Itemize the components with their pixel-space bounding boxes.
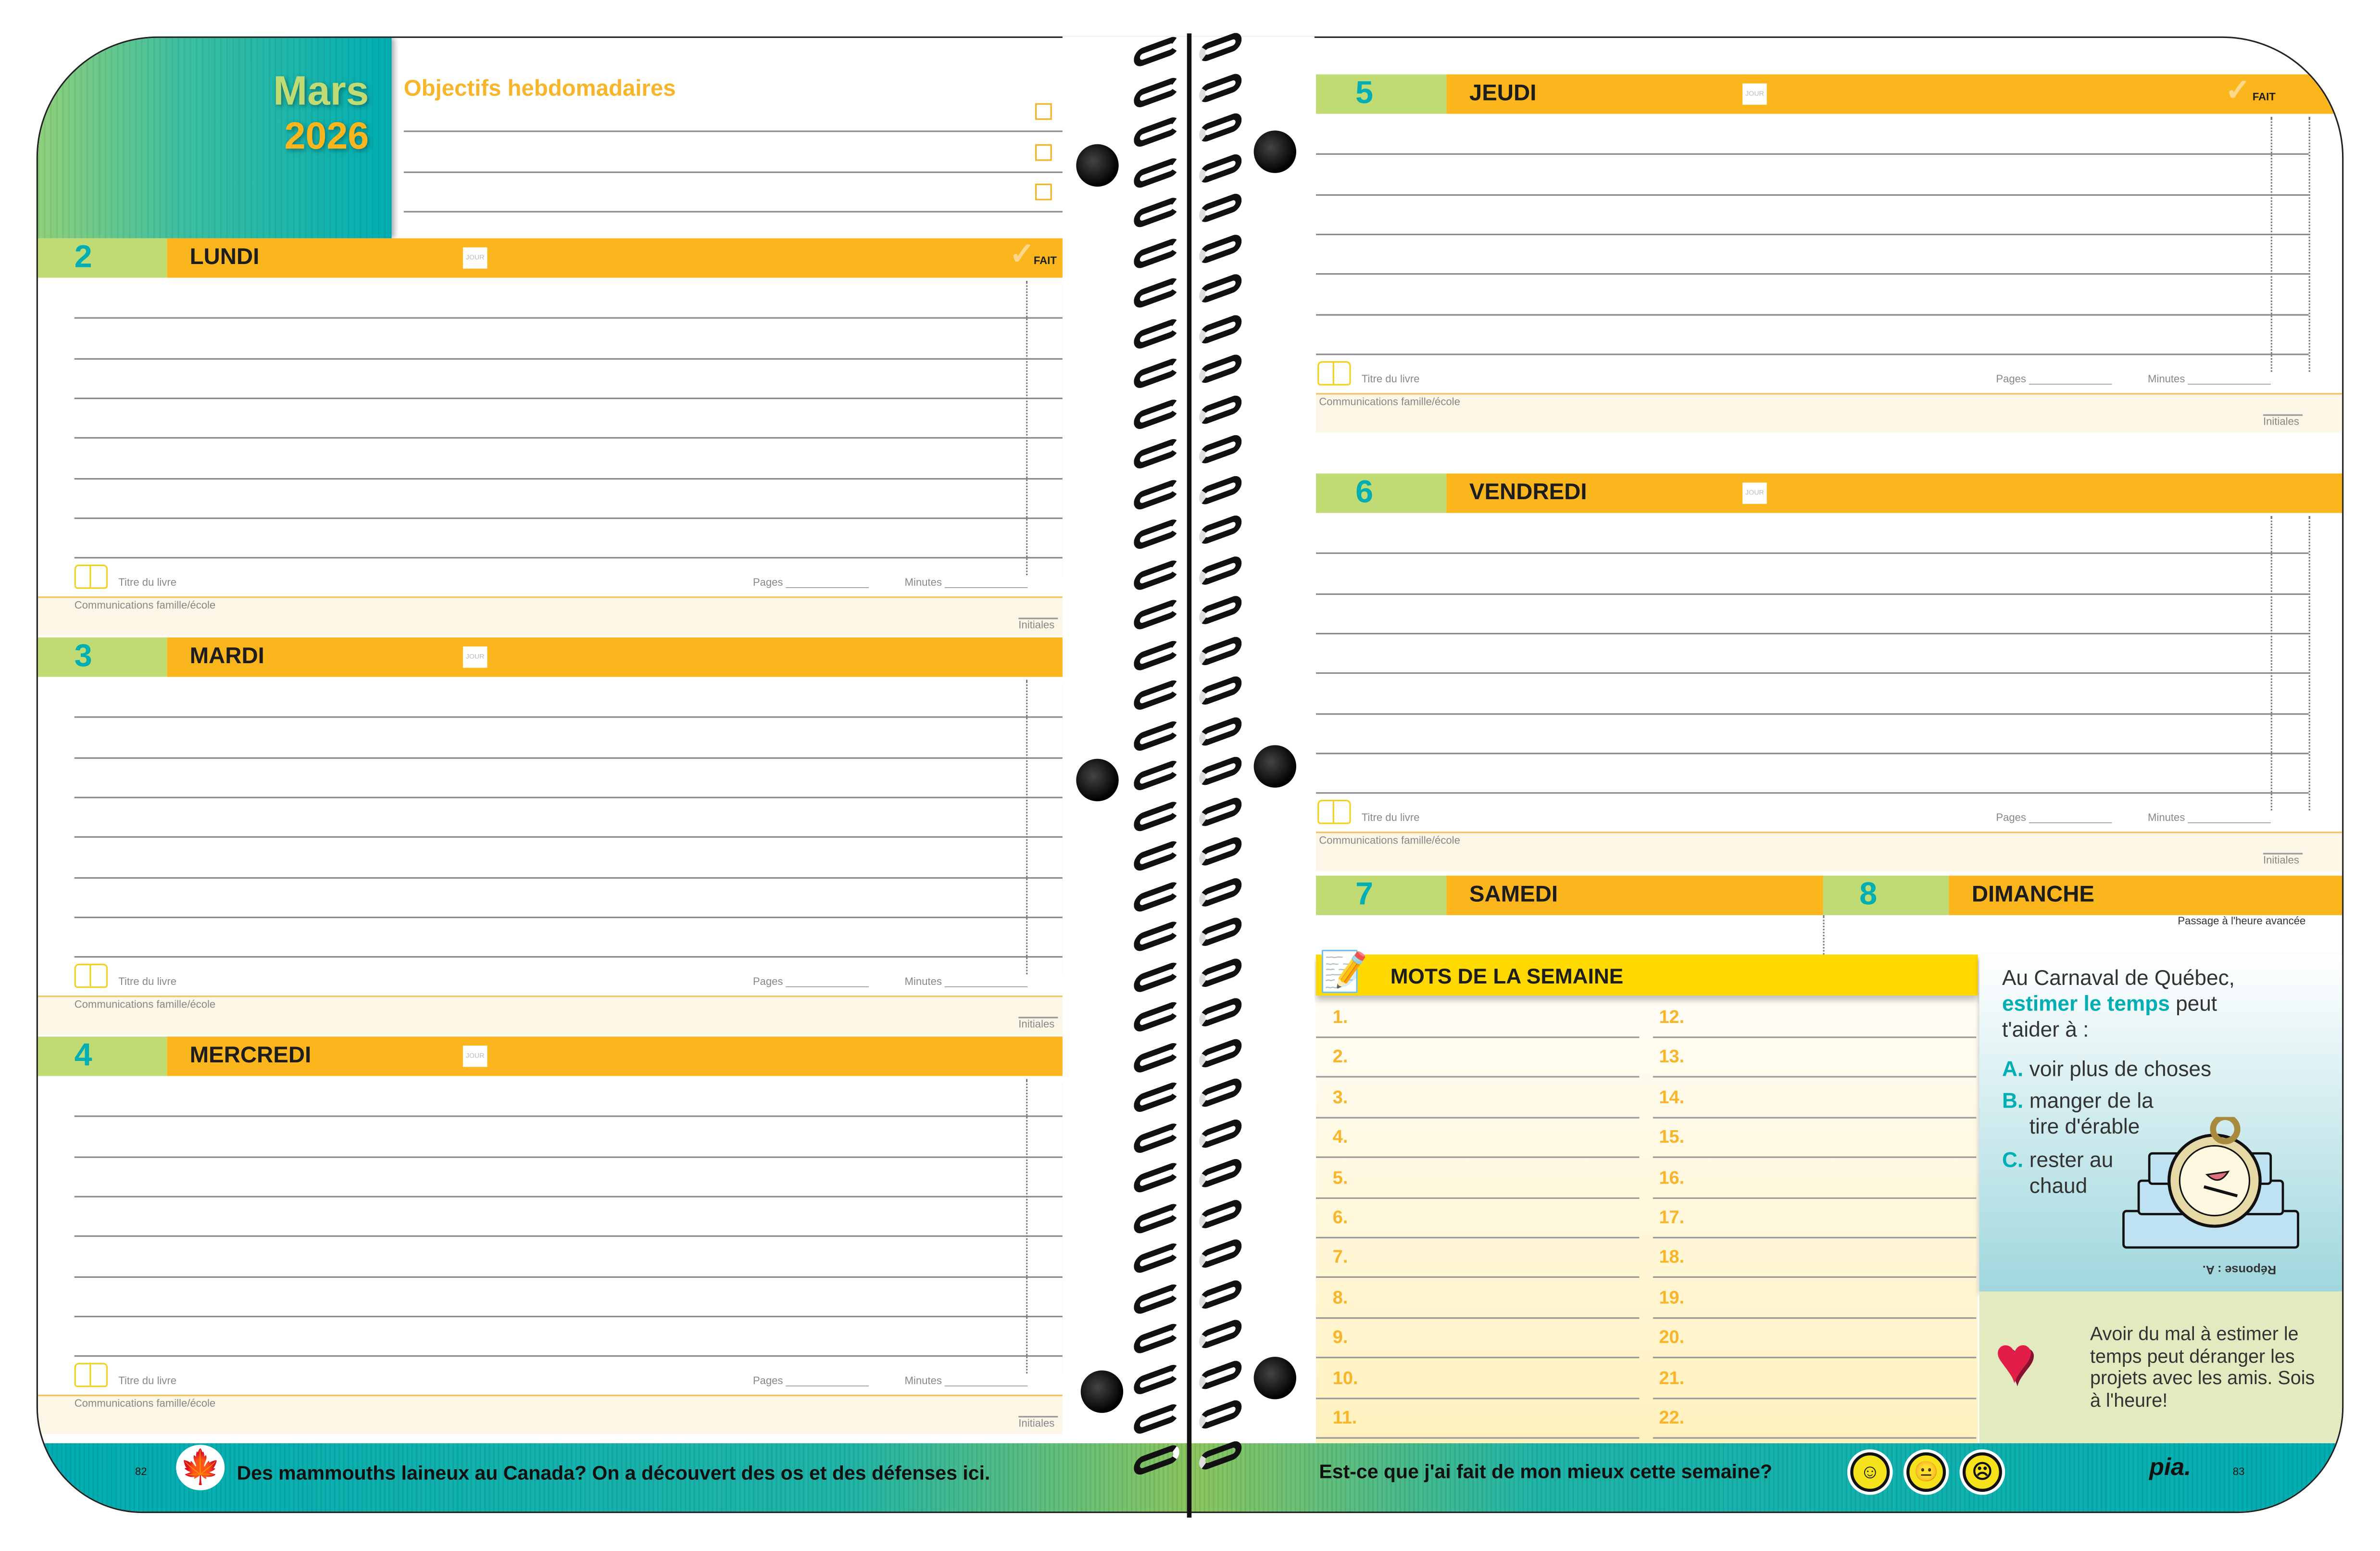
- binder-hole: [1076, 144, 1119, 187]
- agenda-spread: Mars 2026 Objectifs hebdomadaires 2 LUNDI JOU…: [0, 0, 2380, 1551]
- spiral-coil: [1134, 1441, 1179, 1477]
- spine-line: [1187, 33, 1192, 1518]
- binder-hole: [1076, 758, 1119, 802]
- binder-hole: [1253, 745, 1296, 788]
- binder-hole: [1253, 1357, 1296, 1400]
- binder-hole: [1080, 1370, 1124, 1413]
- spiral-coil: [1199, 1438, 1242, 1472]
- binder-hole: [1253, 130, 1296, 173]
